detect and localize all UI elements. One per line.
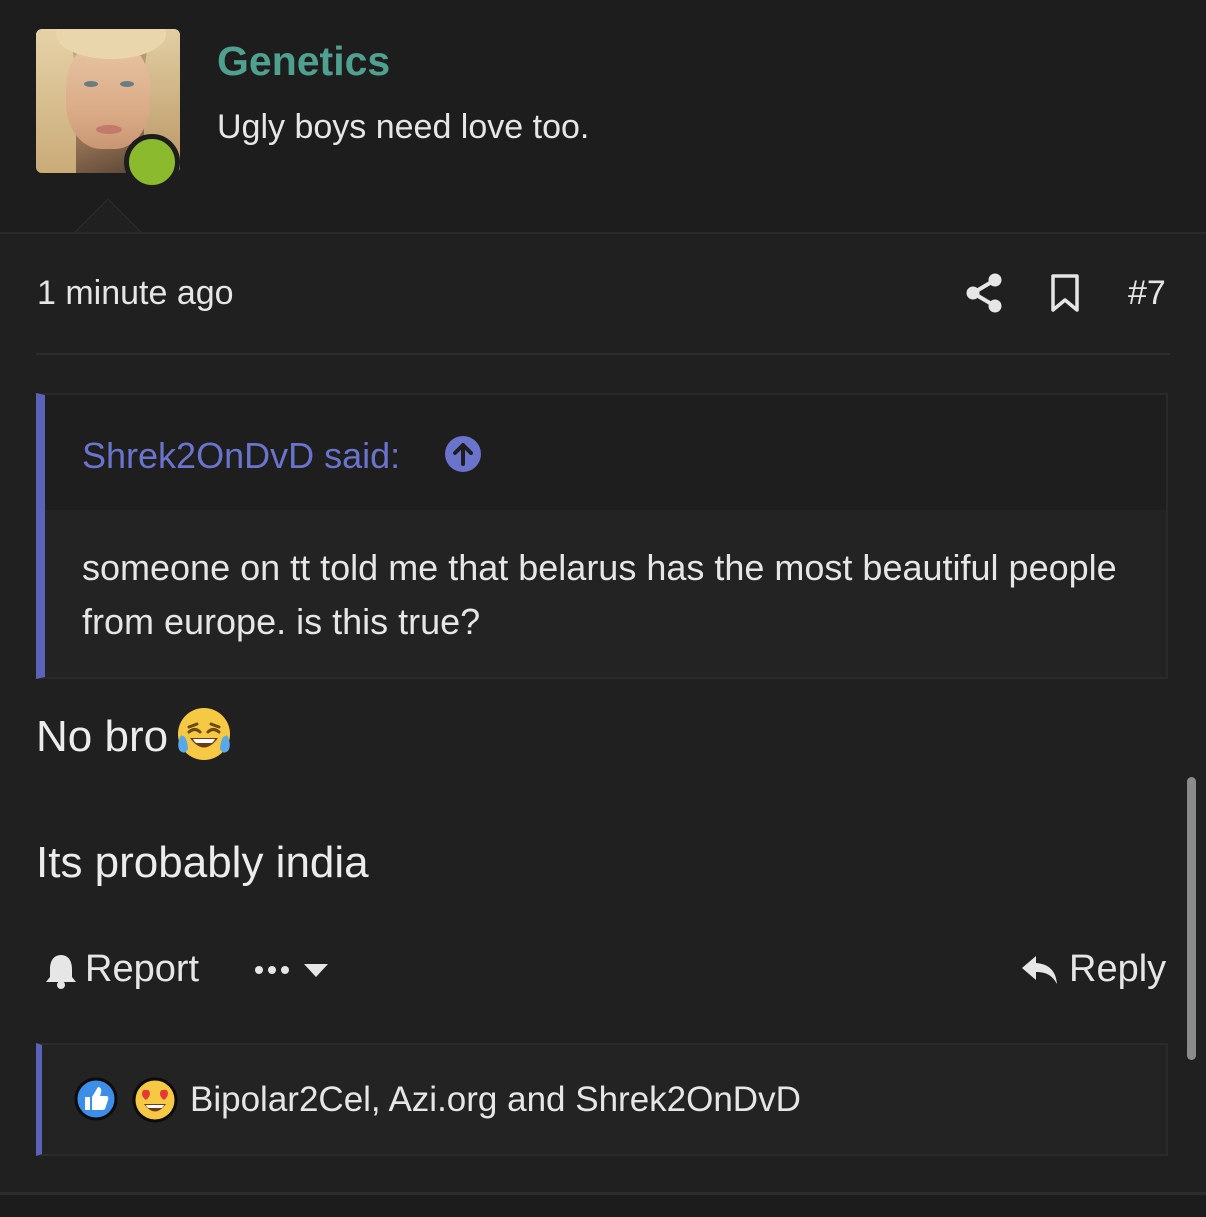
bookmark-icon[interactable] bbox=[1048, 272, 1082, 314]
next-post-edge bbox=[0, 1195, 1206, 1217]
post-text-line: Its probably india bbox=[36, 838, 369, 887]
online-status-indicator bbox=[124, 134, 180, 190]
user-title: Ugly boys need love too. bbox=[217, 108, 590, 146]
bell-icon[interactable] bbox=[44, 952, 78, 990]
reply-arrow-icon[interactable] bbox=[1020, 952, 1060, 988]
scrollbar[interactable] bbox=[1187, 777, 1196, 1060]
chevron-down-icon bbox=[304, 964, 328, 977]
like-icon[interactable] bbox=[74, 1077, 118, 1121]
share-icon[interactable] bbox=[965, 272, 1003, 314]
love-icon[interactable] bbox=[132, 1077, 178, 1123]
reaction-users-link[interactable]: Bipolar2Cel, Azi.org and Shrek2OnDvD bbox=[190, 1080, 801, 1120]
more-dots-icon bbox=[255, 966, 289, 974]
username[interactable]: Genetics bbox=[217, 38, 390, 85]
divider bbox=[36, 353, 1170, 355]
post-number-link[interactable]: #7 bbox=[1128, 274, 1166, 313]
report-button[interactable]: Report bbox=[85, 948, 199, 991]
arrow-up-circle-icon[interactable] bbox=[444, 435, 482, 473]
quote-block: Shrek2OnDvD said: someone on tt told me … bbox=[36, 393, 1168, 679]
post-timestamp[interactable]: 1 minute ago bbox=[37, 274, 234, 313]
message-pointer-fill bbox=[76, 200, 140, 232]
laughing-crying-emoji-icon bbox=[178, 708, 230, 760]
reply-button[interactable]: Reply bbox=[1069, 948, 1166, 991]
post-text-line: No bro bbox=[36, 712, 169, 761]
quote-text: someone on tt told me that belarus has t… bbox=[82, 547, 1117, 642]
quote-author-link[interactable]: Shrek2OnDvD said: bbox=[82, 435, 400, 477]
more-options-menu[interactable] bbox=[254, 956, 330, 984]
post-header bbox=[0, 0, 1206, 234]
